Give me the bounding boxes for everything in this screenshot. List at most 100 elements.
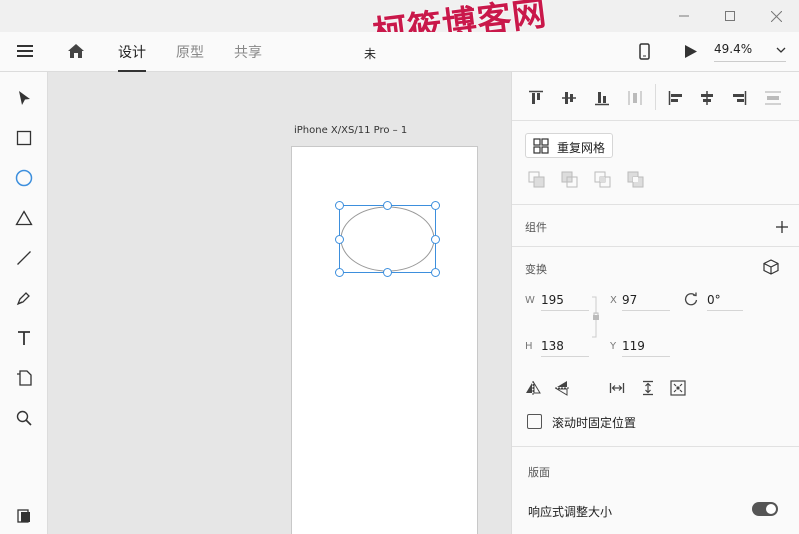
triangle-icon [15, 210, 33, 226]
close-icon [770, 10, 782, 22]
app-header: 设计 原型 共享 未 49.4% [0, 32, 799, 72]
resize-handle-bottom[interactable] [383, 268, 392, 277]
y-field[interactable]: 119 [622, 339, 670, 357]
align-section [512, 72, 799, 121]
hamburger-menu-icon[interactable] [17, 44, 33, 58]
zoom-value: 49.4% [714, 42, 753, 56]
ellipse-shape [340, 206, 435, 272]
rectangle-icon [16, 130, 32, 146]
minimize-button[interactable] [661, 0, 707, 32]
artboard-label[interactable]: iPhone X/XS/11 Pro – 1 [294, 125, 407, 136]
transform-section: 变换 W 195 X 97 0° H 138 Y 119 滚动时固定位置 [512, 247, 799, 447]
close-button[interactable] [753, 0, 799, 32]
assets-panel-button[interactable] [12, 504, 36, 528]
align-left-icon [668, 91, 682, 105]
add-component-icon[interactable] [776, 221, 788, 233]
distribute-horizontal-button[interactable] [763, 88, 783, 108]
align-bottom-icon [595, 92, 609, 106]
align-top-icon [529, 90, 543, 104]
x-label: X [610, 295, 617, 306]
3d-transform-icon[interactable] [763, 259, 779, 275]
resize-handle-top-right[interactable] [431, 201, 440, 210]
home-icon[interactable] [67, 43, 85, 59]
align-middle-icon [562, 92, 576, 104]
align-right-button[interactable] [729, 88, 749, 108]
zoom-tool[interactable] [12, 406, 36, 430]
align-center-button[interactable] [697, 88, 717, 108]
device-preview-icon[interactable] [639, 43, 650, 60]
tab-prototype[interactable]: 原型 [176, 42, 204, 62]
minimize-icon [679, 15, 689, 17]
resize-handle-right[interactable] [431, 235, 440, 244]
xd-app-window: 柯筱博客网 设计 原型 共享 未 49.4% iPhone X/XS/11 Pr… [0, 0, 799, 534]
tab-share[interactable]: 共享 [234, 42, 262, 62]
responsive-horizontal-icon[interactable] [609, 380, 625, 396]
design-canvas[interactable]: iPhone X/XS/11 Pro – 1 [48, 72, 511, 534]
responsive-resize-label: 响应式调整大小 [528, 505, 613, 519]
layout-section: 版面 响应式调整大小 [512, 447, 799, 534]
flip-vertical-icon[interactable] [554, 380, 570, 396]
artboard-tool[interactable] [12, 366, 36, 390]
divider [655, 84, 656, 110]
resize-handle-bottom-right[interactable] [431, 268, 440, 277]
x-field[interactable]: 97 [622, 293, 670, 311]
document-title: 未 [364, 47, 377, 61]
height-field[interactable]: 138 [541, 339, 589, 357]
zoom-select[interactable]: 49.4% [714, 42, 786, 62]
align-top-button[interactable] [526, 88, 546, 108]
resize-handle-left[interactable] [335, 235, 344, 244]
text-tool[interactable] [12, 326, 36, 350]
lock-aspect-icon[interactable] [590, 296, 600, 338]
artboard-icon [17, 370, 32, 386]
maximize-icon [725, 11, 735, 21]
resize-handle-top-left[interactable] [335, 201, 344, 210]
selected-ellipse[interactable] [335, 201, 440, 277]
y-label: Y [610, 341, 617, 352]
rectangle-tool[interactable] [12, 126, 36, 150]
tool-bar [0, 72, 48, 534]
fixed-scroll-checkbox[interactable] [527, 414, 542, 429]
responsive-fit-icon[interactable] [670, 380, 686, 396]
select-arrow-icon [19, 91, 30, 105]
components-title: 组件 [525, 221, 547, 234]
distribute-vertical-button[interactable] [625, 88, 645, 108]
polygon-tool[interactable] [12, 206, 36, 230]
flip-horizontal-icon[interactable] [525, 380, 541, 396]
pen-tool[interactable] [12, 286, 36, 310]
distribute-horizontal-icon [765, 91, 781, 105]
components-section: 组件 [512, 205, 799, 247]
align-bottom-button[interactable] [592, 88, 612, 108]
boolean-exclude-icon[interactable] [627, 171, 645, 189]
resize-handle-bottom-left[interactable] [335, 268, 344, 277]
magnifier-icon [16, 410, 32, 426]
tab-design[interactable]: 设计 [118, 42, 146, 72]
resize-handle-top[interactable] [383, 201, 392, 210]
line-tool[interactable] [12, 246, 36, 270]
ellipse-icon [15, 169, 33, 187]
maximize-button[interactable] [707, 0, 753, 32]
text-icon [18, 331, 30, 345]
rotate-icon [684, 292, 698, 306]
boolean-intersect-icon[interactable] [594, 171, 612, 189]
align-left-button[interactable] [666, 88, 686, 108]
rotation-field[interactable]: 0° [707, 293, 743, 311]
assets-icon [17, 509, 30, 523]
height-label: H [525, 341, 533, 352]
play-preview-icon[interactable] [684, 44, 698, 59]
align-middle-button[interactable] [559, 88, 579, 108]
property-inspector: 重复网格 组件 变换 W 195 X 97 0° H 138 Y 119 滚动时… [511, 72, 799, 534]
distribute-vertical-icon [628, 91, 642, 105]
boolean-subtract-icon[interactable] [561, 171, 579, 189]
line-icon [17, 251, 31, 265]
width-field[interactable]: 195 [541, 293, 589, 311]
repeat-grid-section: 重复网格 [512, 121, 799, 205]
ellipse-tool[interactable] [12, 166, 36, 190]
select-tool[interactable] [12, 86, 36, 110]
boolean-add-icon[interactable] [528, 171, 546, 189]
repeat-grid-button[interactable]: 重复网格 [525, 133, 613, 158]
pen-icon [16, 292, 30, 306]
title-bar: 柯筱博客网 [0, 0, 799, 54]
responsive-resize-toggle[interactable] [752, 502, 778, 516]
responsive-vertical-icon[interactable] [640, 380, 656, 396]
layout-title: 版面 [528, 466, 550, 479]
